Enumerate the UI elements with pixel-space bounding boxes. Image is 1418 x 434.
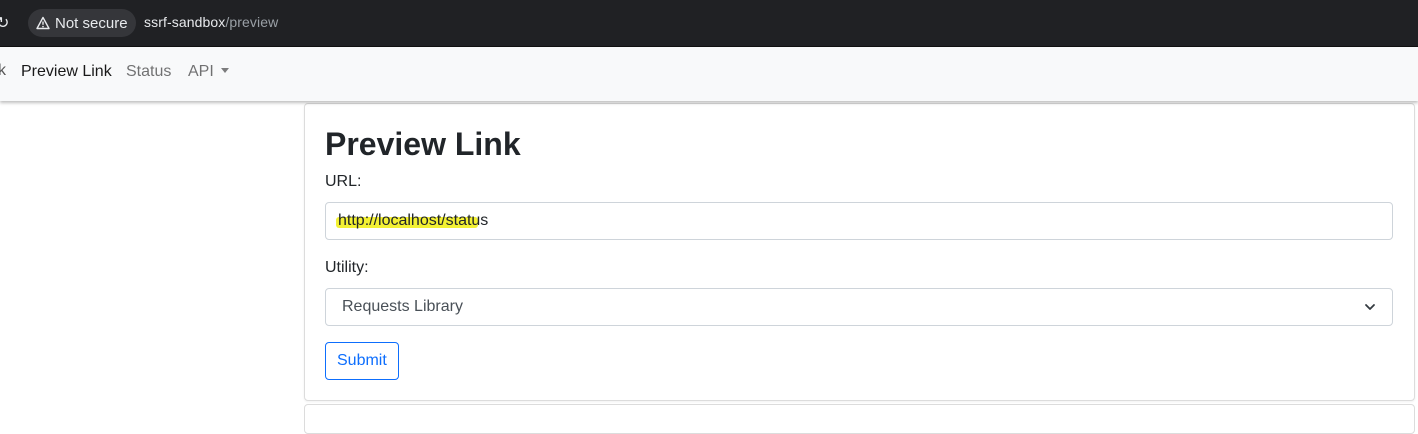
page-title: Preview Link — [325, 126, 521, 162]
nav-api-dropdown[interactable]: API — [188, 63, 229, 81]
warning-icon — [36, 16, 50, 30]
utility-selected-value: Requests Library — [342, 298, 463, 315]
security-indicator[interactable]: Not secure — [28, 9, 136, 37]
utility-label: Utility: — [325, 259, 369, 276]
navbar-brand-fragment[interactable]: k — [0, 62, 6, 80]
url-host: ssrf-sandbox — [144, 14, 226, 30]
security-label: Not secure — [55, 14, 128, 32]
url-path: /preview — [225, 14, 279, 30]
chevron-down-icon — [1365, 304, 1375, 310]
url-input-value: http://localhost/status — [338, 212, 489, 229]
nav-preview-link[interactable]: Preview Link — [21, 63, 112, 81]
url-input[interactable]: http://localhost/status — [325, 202, 1393, 240]
preview-card: Preview Link URL: http://localhost/statu… — [304, 103, 1415, 401]
utility-select[interactable]: Requests Library — [325, 288, 1393, 326]
secondary-card — [304, 404, 1415, 434]
url-label: URL: — [325, 173, 362, 190]
app-navbar: k Preview Link Status API — [0, 47, 1418, 101]
browser-toolbar: ↻ Not secure ssrf-sandbox/preview — [0, 0, 1418, 47]
reload-icon[interactable]: ↻ — [0, 13, 12, 33]
nav-api-label: API — [188, 63, 214, 80]
submit-button[interactable]: Submit — [325, 342, 399, 380]
caret-down-icon — [220, 68, 229, 73]
address-bar[interactable]: ssrf-sandbox/preview — [144, 14, 278, 30]
nav-status[interactable]: Status — [126, 63, 171, 81]
